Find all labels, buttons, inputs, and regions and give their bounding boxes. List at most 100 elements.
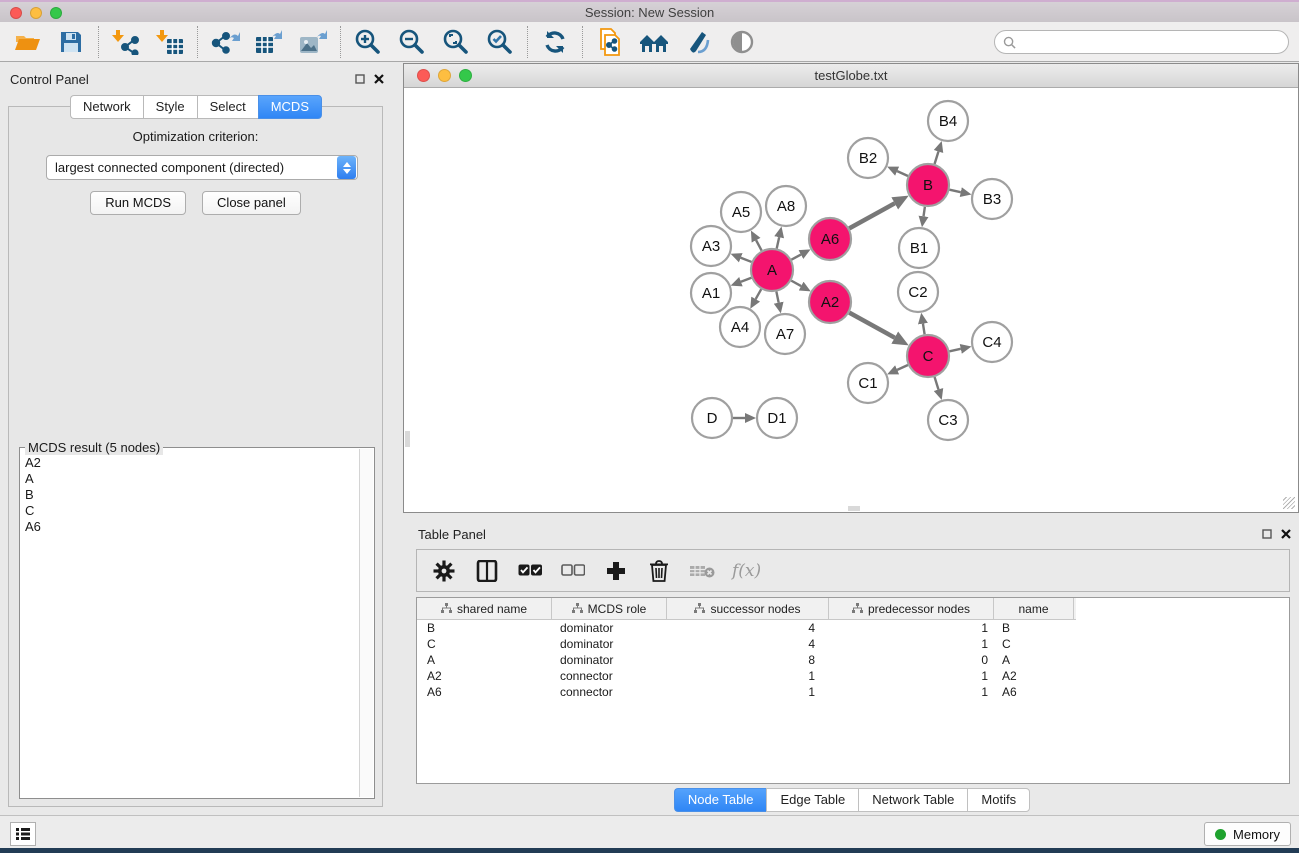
table-cell-mcds_role[interactable]: connector [552, 685, 667, 699]
graph-node-A4[interactable]: A4 [720, 307, 760, 347]
delete-table-button[interactable] [689, 558, 715, 584]
search-input[interactable] [1021, 35, 1280, 49]
zoom-selected-button[interactable] [483, 26, 517, 58]
run-mcds-button[interactable]: Run MCDS [90, 191, 186, 215]
network-zoom-button[interactable] [459, 69, 472, 82]
network-minimize-button[interactable] [438, 69, 451, 82]
graph-edge-A-A6[interactable] [791, 255, 800, 260]
graph-edge-A-A7[interactable] [776, 292, 778, 303]
table-row[interactable]: Cdominator41C [417, 636, 1289, 652]
show-columns-button[interactable] [474, 558, 500, 584]
table-row[interactable]: Adominator80A [417, 652, 1289, 668]
table-cell-mcds_role[interactable]: dominator [552, 637, 667, 651]
graph-node-B4[interactable]: B4 [928, 101, 968, 141]
table-cell-mcds_role[interactable]: dominator [552, 621, 667, 635]
table-cell-mcds_role[interactable]: dominator [552, 653, 667, 667]
graph-edge-A2-C[interactable] [849, 313, 894, 338]
minimize-window-button[interactable] [30, 7, 42, 19]
node-table[interactable]: shared nameMCDS rolesuccessor nodesprede… [416, 597, 1290, 784]
graph-node-A3[interactable]: A3 [691, 226, 731, 266]
network-close-button[interactable] [417, 69, 430, 82]
graph-node-A1[interactable]: A1 [691, 273, 731, 313]
network-window-titlebar[interactable]: testGlobe.txt [404, 64, 1298, 88]
export-network-button[interactable] [208, 26, 242, 58]
close-window-button[interactable] [10, 7, 22, 19]
duplicate-network-button[interactable] [593, 26, 627, 58]
column-header[interactable]: name [994, 598, 1074, 619]
graph-node-B2[interactable]: B2 [848, 138, 888, 178]
tab-style[interactable]: Style [143, 95, 197, 119]
graph-node-C[interactable]: C [907, 335, 949, 377]
mcds-result-list[interactable]: A2ABCA6 [21, 449, 358, 797]
table-cell-shared_name[interactable]: A [417, 653, 552, 667]
table-cell-predecessors[interactable]: 1 [829, 685, 994, 699]
float-panel-icon[interactable] [355, 74, 365, 84]
tab-network[interactable]: Network [70, 95, 143, 119]
graph-node-C1[interactable]: C1 [848, 363, 888, 403]
tab-motifs[interactable]: Motifs [967, 788, 1030, 812]
graph-edge-A-A5[interactable] [756, 240, 762, 250]
import-network-button[interactable] [109, 26, 143, 58]
graph-edge-A-A1[interactable] [741, 278, 751, 282]
table-cell-successors[interactable]: 1 [667, 669, 829, 683]
graph-edge-C-C1[interactable] [897, 365, 908, 370]
graph-node-B3[interactable]: B3 [972, 179, 1012, 219]
graph-edge-A-A2[interactable] [791, 281, 801, 286]
graph-node-B1[interactable]: B1 [899, 228, 939, 268]
zoom-in-button[interactable] [351, 26, 385, 58]
table-cell-name[interactable]: A [994, 653, 1074, 667]
function-builder-button[interactable]: f(x) [732, 561, 761, 581]
home-button[interactable] [637, 26, 671, 58]
graph-edge-A6-B[interactable] [849, 203, 894, 228]
graph-edge-A-A3[interactable] [741, 258, 752, 262]
graph-edge-B-B2[interactable] [897, 171, 908, 176]
graph-node-C2[interactable]: C2 [898, 272, 938, 312]
search-field[interactable] [994, 30, 1289, 54]
table-cell-predecessors[interactable]: 1 [829, 637, 994, 651]
table-cell-shared_name[interactable]: A2 [417, 669, 552, 683]
network-resize-grip[interactable] [1283, 497, 1295, 509]
add-column-button[interactable] [603, 558, 629, 584]
open-file-button[interactable] [10, 26, 44, 58]
tab-edge-table[interactable]: Edge Table [766, 788, 858, 812]
deselect-all-button[interactable] [560, 558, 586, 584]
table-row[interactable]: A6connector11A6 [417, 684, 1289, 700]
table-cell-name[interactable]: A2 [994, 669, 1074, 683]
graph-edge-C-C3[interactable] [935, 377, 939, 389]
zoom-out-button[interactable] [395, 26, 429, 58]
graph-node-A5[interactable]: A5 [721, 192, 761, 232]
graph-node-C3[interactable]: C3 [928, 400, 968, 440]
mcds-result-item[interactable]: A [25, 471, 354, 487]
graph-node-A7[interactable]: A7 [765, 314, 805, 354]
table-row[interactable]: Bdominator41B [417, 620, 1289, 636]
tab-mcds[interactable]: MCDS [258, 95, 322, 119]
table-cell-successors[interactable]: 8 [667, 653, 829, 667]
graph-edge-A-A4[interactable] [756, 289, 762, 299]
column-header[interactable]: shared name [417, 598, 552, 619]
table-header-row[interactable]: shared nameMCDS rolesuccessor nodesprede… [417, 598, 1076, 620]
close-panel-icon[interactable] [374, 74, 384, 84]
graph-node-D[interactable]: D [692, 398, 732, 438]
mcds-result-item[interactable]: B [25, 487, 354, 503]
network-canvas[interactable]: B4B2BB3A8A5A6A3B1AA1C2A2A4A7C4CC1C3DD1 [405, 89, 1297, 511]
delete-column-button[interactable] [646, 558, 672, 584]
table-cell-predecessors[interactable]: 0 [829, 653, 994, 667]
hide-graphics-details-button[interactable] [681, 26, 715, 58]
table-cell-successors[interactable]: 1 [667, 685, 829, 699]
table-cell-shared_name[interactable]: C [417, 637, 552, 651]
mcds-result-scrollbar[interactable] [359, 449, 373, 797]
graph-edge-C-C4[interactable] [949, 349, 960, 351]
table-cell-name[interactable]: B [994, 621, 1074, 635]
graph-edge-B-B1[interactable] [924, 207, 925, 217]
zoom-window-button[interactable] [50, 7, 62, 19]
close-panel-button[interactable]: Close panel [202, 191, 301, 215]
table-cell-predecessors[interactable]: 1 [829, 621, 994, 635]
table-row[interactable]: A2connector11A2 [417, 668, 1289, 684]
table-cell-shared_name[interactable]: A6 [417, 685, 552, 699]
tab-network-table[interactable]: Network Table [858, 788, 967, 812]
network-vscrollbar[interactable] [405, 431, 410, 447]
show-view-button[interactable] [725, 26, 759, 58]
tab-select[interactable]: Select [197, 95, 258, 119]
graph-edge-B-B3[interactable] [949, 190, 960, 192]
graph-node-D1[interactable]: D1 [757, 398, 797, 438]
